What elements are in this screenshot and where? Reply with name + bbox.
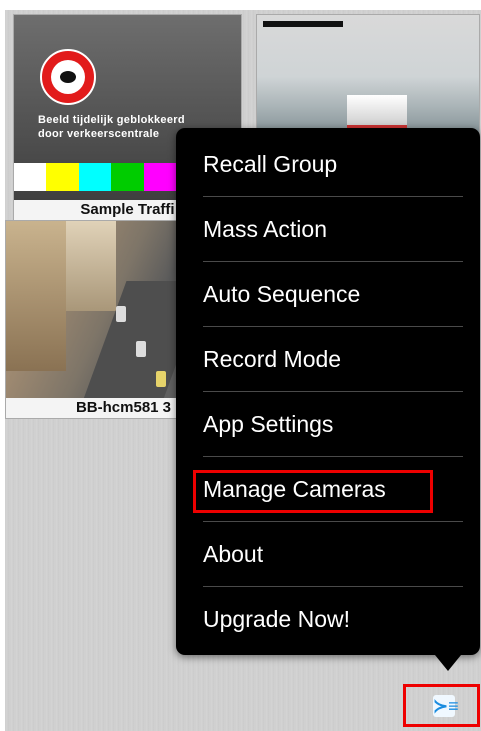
- menu-item-recall-group[interactable]: Recall Group: [203, 132, 463, 197]
- blocked-message: Beeld tijdelijk geblokkeerd door verkeer…: [38, 114, 185, 140]
- menu-item-upgrade-now[interactable]: Upgrade Now!: [203, 587, 463, 651]
- menu-item-app-settings[interactable]: App Settings: [203, 392, 463, 457]
- camera-osd-timestamp: [263, 21, 343, 27]
- ship-image: [347, 95, 407, 131]
- menu-item-auto-sequence[interactable]: Auto Sequence: [203, 262, 463, 327]
- actions-popover-menu: Recall Group Mass Action Auto Sequence R…: [176, 128, 480, 655]
- menu-list-icon: ≻≡: [433, 695, 459, 717]
- menu-item-about[interactable]: About: [203, 522, 463, 587]
- highlight-box-manage-cameras: [193, 470, 433, 513]
- menu-toggle-button[interactable]: ≻≡: [403, 684, 480, 727]
- popover-arrow: [435, 655, 461, 671]
- menu-item-record-mode[interactable]: Record Mode: [203, 327, 463, 392]
- blocked-eye-icon: [40, 49, 96, 105]
- menu-item-mass-action[interactable]: Mass Action: [203, 197, 463, 262]
